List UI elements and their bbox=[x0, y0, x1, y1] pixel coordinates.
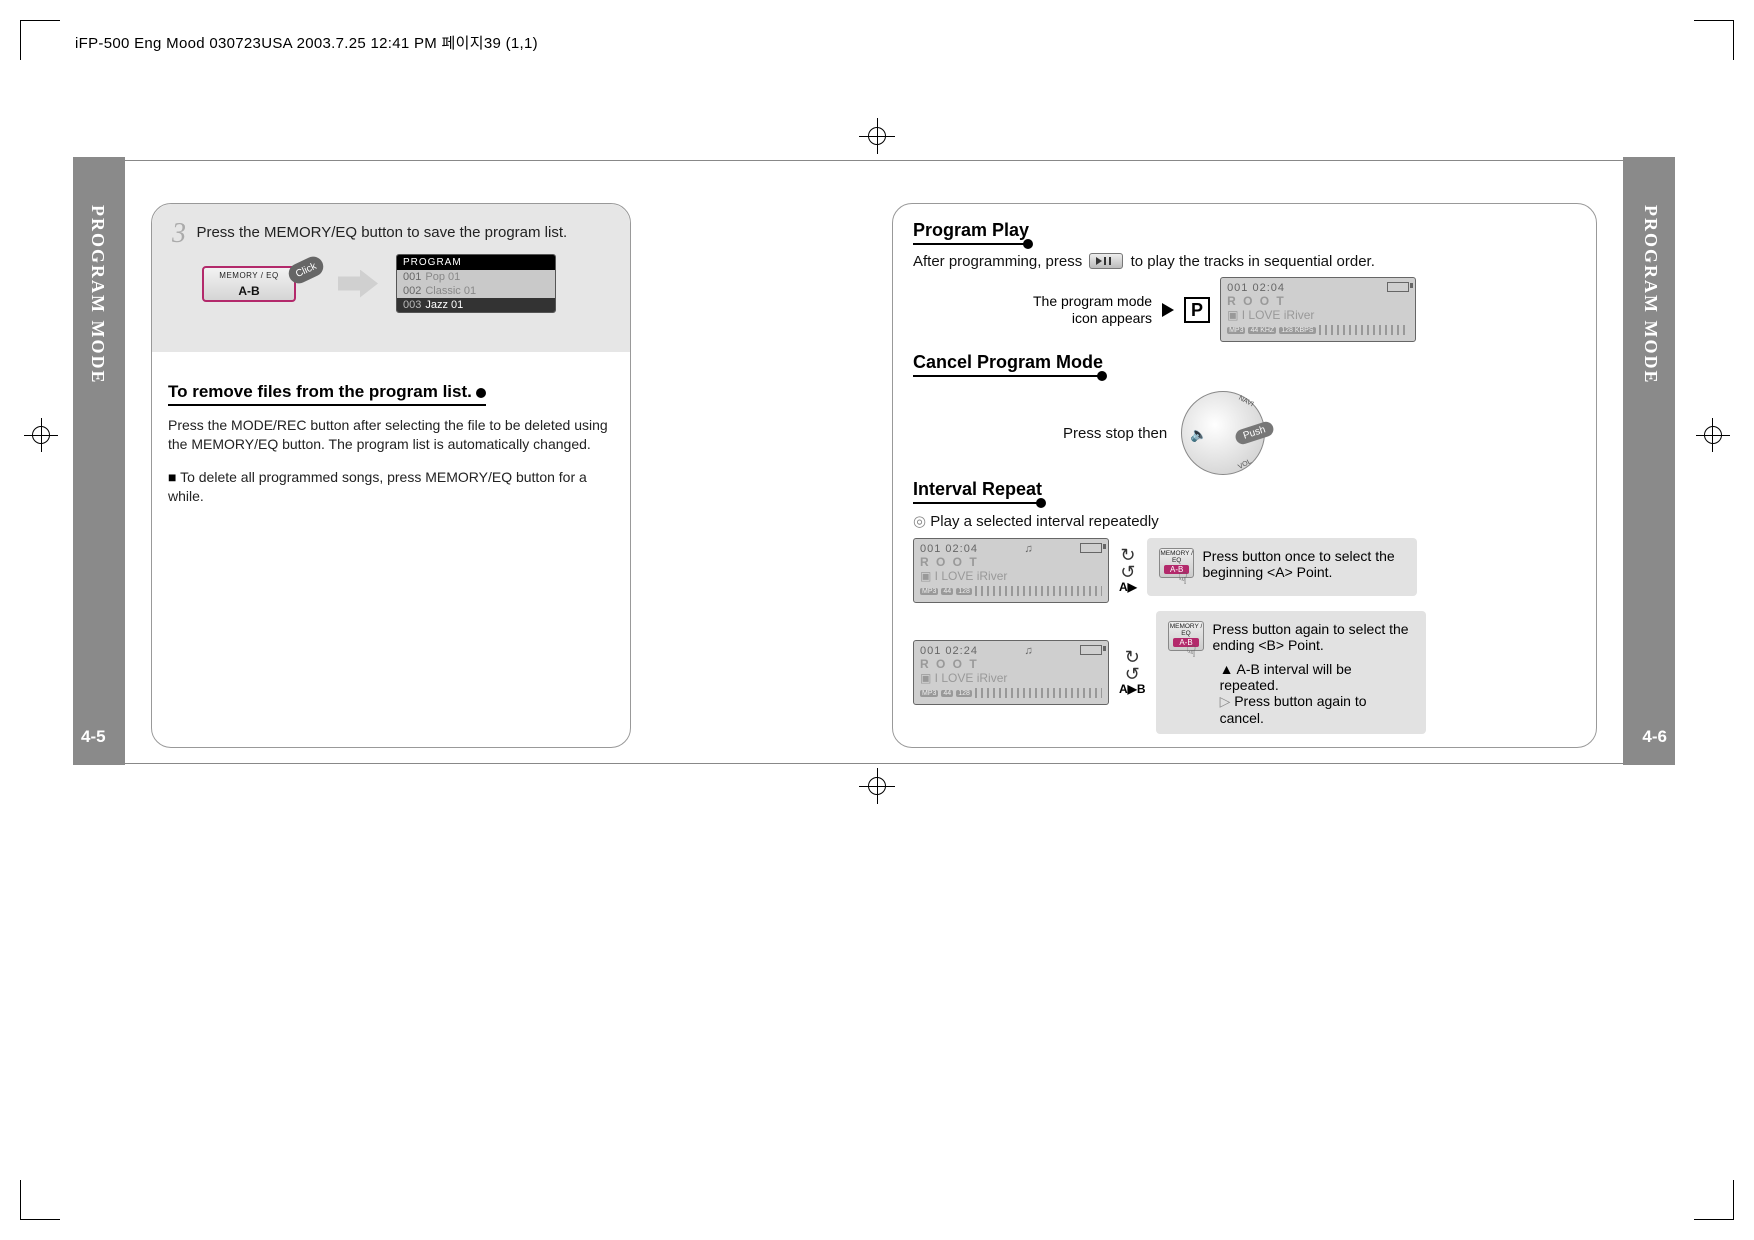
page-number-right: 4-6 bbox=[1642, 727, 1667, 747]
mini-memory-button: MEMORY / EQA-B ☟ bbox=[1159, 548, 1195, 578]
left-content-panel: 3 Press the MEMORY/EQ button to save the… bbox=[151, 203, 631, 748]
player-display-3: 001 02:24♫ R O O T ▣ I LOVE iRiver MP344… bbox=[913, 640, 1109, 705]
speaker-icon: 🔈 bbox=[1190, 426, 1207, 443]
cancel-row: Press stop then NAVI VOL 🔈 Push bbox=[1063, 391, 1576, 475]
waveform-icon bbox=[1319, 325, 1410, 335]
player-display-2: 001 02:04♫ R O O T ▣ I LOVE iRiver MP344… bbox=[913, 538, 1109, 603]
program-mode-caption: The program modeicon appears bbox=[1033, 293, 1152, 327]
hand-cursor-icon: ☟ bbox=[1178, 569, 1188, 589]
page-left: PROGRAM MODE 4-5 3 Press the MEMORY/EQ b… bbox=[77, 161, 874, 763]
sidebar-label: PROGRAM MODE bbox=[1640, 205, 1661, 384]
program-list-row: 002Classic 01 bbox=[397, 284, 555, 298]
program-list-header: PROGRAM bbox=[397, 255, 555, 270]
push-badge: Push bbox=[1234, 420, 1276, 446]
interval-sub: Play a selected interval repeatedly bbox=[913, 512, 1576, 530]
pointer-right-icon bbox=[1162, 303, 1174, 317]
step-number: 3 bbox=[172, 218, 186, 250]
page-number-left: 4-5 bbox=[81, 727, 106, 747]
jog-dial-icon: NAVI VOL 🔈 Push bbox=[1181, 391, 1265, 475]
text-b: to play the tracks in sequential order. bbox=[1131, 253, 1375, 270]
sidebar-label: PROGRAM MODE bbox=[87, 205, 108, 384]
program-list-row: 001Pop 01 bbox=[397, 270, 555, 284]
program-list-display: PROGRAM 001Pop 01 002Classic 01 003Jazz … bbox=[396, 254, 556, 313]
step3-text: Press the MEMORY/EQ button to save the p… bbox=[196, 224, 567, 241]
hand-cursor-icon: ☟ bbox=[1187, 642, 1197, 662]
p-badge: P bbox=[1184, 297, 1210, 323]
right-content-panel: Program Play After programming, press to… bbox=[892, 203, 1597, 748]
ab-instruction-box: MEMORY / EQA-B ☟ Press button once to se… bbox=[1147, 538, 1417, 596]
navi-label: NAVI bbox=[1238, 395, 1255, 409]
battery-icon bbox=[1387, 282, 1409, 292]
remove-paragraph: Press the MODE/REC button after selectin… bbox=[168, 416, 614, 454]
repeat-icon: ↻↺ bbox=[1119, 649, 1146, 681]
player-display-1: 001 02:04 R O O T ▣ I LOVE iRiver MP344 … bbox=[1220, 277, 1416, 342]
repeat-icon: ↻↺ bbox=[1119, 547, 1137, 579]
a-label: A▶ bbox=[1119, 580, 1137, 594]
program-play-heading: Program Play bbox=[913, 220, 1029, 245]
page-spread: PROGRAM MODE 4-5 3 Press the MEMORY/EQ b… bbox=[76, 160, 1672, 764]
memory-eq-button: MEMORY / EQ A-B Click bbox=[202, 266, 296, 302]
crop-mark bbox=[1694, 20, 1734, 60]
ab-label: A▶B bbox=[1119, 682, 1146, 696]
step3-box: 3 Press the MEMORY/EQ button to save the… bbox=[152, 204, 630, 352]
play-pause-button-icon bbox=[1089, 253, 1123, 269]
interval-row-b: 001 02:24♫ R O O T ▣ I LOVE iRiver MP344… bbox=[913, 611, 1576, 734]
ab-note-1: A-B interval will be repeated. bbox=[1220, 661, 1414, 693]
ab-instruction-box-2: MEMORY / EQA-B ☟ Press button again to s… bbox=[1156, 611, 1426, 734]
sidebar-left: PROGRAM MODE 4-5 bbox=[73, 157, 125, 765]
page-right: PROGRAM MODE 4-6 Program Play After prog… bbox=[874, 161, 1671, 763]
mini-memory-button: MEMORY / EQA-B ☟ bbox=[1168, 621, 1205, 651]
memory-button-illustration: MEMORY / EQ A-B Click PROGRAM 001Pop 01 … bbox=[202, 254, 556, 313]
cancel-heading: Cancel Program Mode bbox=[913, 352, 1103, 377]
interval-heading: Interval Repeat bbox=[913, 479, 1042, 504]
press-stop-text: Press stop then bbox=[1063, 425, 1167, 442]
ab-note-2: Press button again to cancel. bbox=[1220, 693, 1414, 726]
memory-eq-label: MEMORY / EQ bbox=[204, 268, 294, 280]
ab-text-1: Press button once to select the beginnin… bbox=[1202, 548, 1404, 580]
sidebar-right: PROGRAM MODE 4-6 bbox=[1623, 157, 1675, 765]
a-b-label: A-B bbox=[204, 284, 294, 298]
interval-row-a: 001 02:04♫ R O O T ▣ I LOVE iRiver MP344… bbox=[913, 538, 1576, 603]
ab-text-2: Press button again to select the ending … bbox=[1212, 621, 1413, 653]
crop-mark bbox=[20, 20, 60, 60]
click-badge: Click bbox=[285, 253, 326, 286]
program-list-row-selected: 003Jazz 01 bbox=[397, 298, 555, 312]
crop-mark bbox=[1694, 1180, 1734, 1220]
display-root: R O O T bbox=[1227, 294, 1409, 308]
crop-mark bbox=[20, 1180, 60, 1220]
delete-all-note: To delete all programmed songs, press ME… bbox=[168, 468, 614, 506]
arrow-right-icon bbox=[338, 270, 378, 298]
text-a: After programming, press bbox=[913, 253, 1082, 270]
remove-heading: To remove files from the program list. bbox=[168, 382, 486, 406]
print-header: iFP-500 Eng Mood 030723USA 2003.7.25 12:… bbox=[75, 32, 538, 53]
program-mode-row: The program modeicon appears P 001 02:04… bbox=[1033, 277, 1576, 342]
after-programming-text: After programming, press to play the tra… bbox=[913, 253, 1375, 270]
vol-label: VOL bbox=[1237, 458, 1253, 471]
